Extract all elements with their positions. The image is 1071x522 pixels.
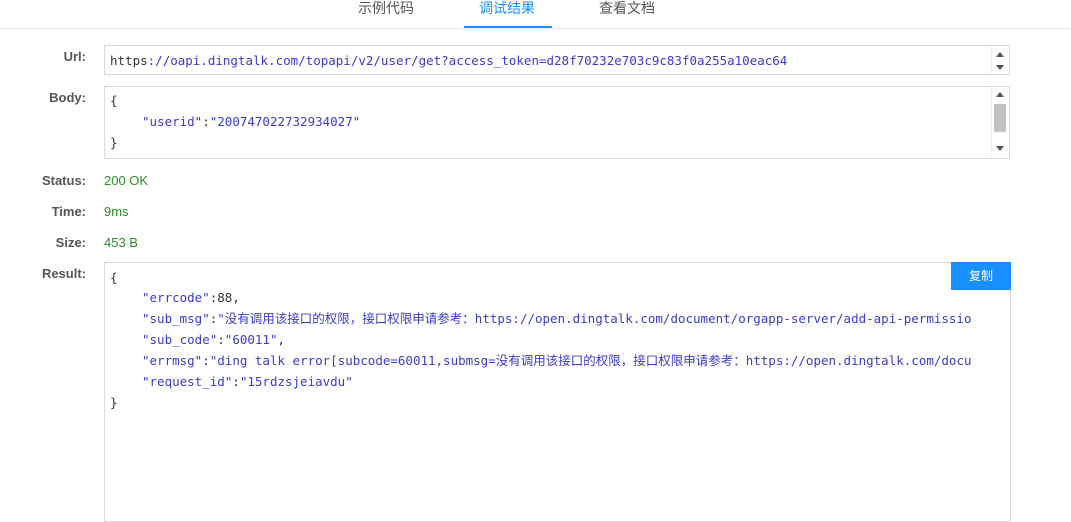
url-scrollbar[interactable] — [991, 46, 1009, 74]
body-close-brace: } — [110, 135, 118, 150]
tab-bar: 示例代码 调试结果 查看文档 — [0, 0, 1071, 29]
json-value: "15rdzsjeiavdu" — [239, 374, 353, 389]
scroll-down-icon[interactable] — [996, 146, 1004, 151]
scroll-thumb[interactable] — [994, 104, 1006, 132]
active-tab-indicator — [464, 26, 552, 28]
status-value: 200 OK — [104, 173, 149, 188]
body-open-brace: { — [110, 93, 118, 108]
body-textarea[interactable]: { "userid":"200747022732934027" } — [104, 86, 1010, 159]
body-userid-line: "userid":"200747022732934027" — [142, 112, 360, 132]
scroll-down-icon[interactable] — [996, 65, 1004, 70]
json-value: 88 — [217, 290, 233, 305]
scroll-up-icon[interactable] — [996, 92, 1004, 97]
url-label: Url: — [63, 49, 86, 64]
result-row: "errcode":88, — [142, 290, 240, 305]
result-row: "errmsg":"ding talk error[subcode=60011,… — [142, 353, 972, 368]
url-input[interactable]: https://oapi.dingtalk.com/topapi/v2/user… — [104, 45, 1010, 75]
url-scheme: https — [110, 53, 148, 68]
url-value: https://oapi.dingtalk.com/topapi/v2/user… — [110, 53, 787, 68]
size-label: Size: — [55, 235, 86, 250]
scroll-up-icon[interactable] — [996, 52, 1004, 57]
result-close-brace: } — [110, 395, 118, 410]
url-rest: ://oapi.dingtalk.com/topapi/v2/user/get?… — [147, 53, 788, 68]
json-key: "errmsg" — [142, 353, 203, 368]
tab-debug-result[interactable]: 调试结果 — [479, 0, 535, 16]
tab-sample-code[interactable]: 示例代码 — [358, 0, 414, 16]
body-colon: : — [202, 114, 210, 129]
time-label: Time: — [51, 204, 86, 219]
json-key: "request_id" — [142, 374, 233, 389]
time-value: 9ms — [104, 204, 129, 219]
tab-view-docs[interactable]: 查看文档 — [599, 0, 655, 16]
result-label: Result: — [41, 266, 86, 281]
json-value: "ding talk error[subcode=60011,submsg=没有… — [209, 353, 972, 368]
result-row: "sub_msg":"没有调用该接口的权限，接口权限申请参考：https://o… — [142, 311, 972, 326]
copy-button[interactable]: 复制 — [951, 262, 1011, 290]
body-label: Body: — [49, 90, 86, 105]
json-comma: , — [232, 290, 240, 305]
body-key: "userid" — [142, 114, 203, 129]
json-comma: , — [277, 332, 286, 347]
json-value: "没有调用该接口的权限，接口权限申请参考：https://open.dingta… — [217, 311, 972, 326]
status-label: Status: — [41, 173, 86, 188]
result-row: "request_id":"15rdzsjeiavdu" — [142, 374, 353, 389]
json-value: "60011" — [224, 332, 278, 347]
result-panel[interactable]: { "errcode":88, "sub_msg":"没有调用该接口的权限，接口… — [104, 262, 1011, 522]
size-value: 453 B — [104, 235, 138, 250]
json-key: "sub_code" — [142, 332, 218, 347]
json-key: "sub_msg" — [142, 311, 210, 326]
body-scrollbar[interactable] — [991, 87, 1009, 158]
result-open-brace: { — [110, 270, 118, 285]
body-value: "200747022732934027" — [209, 114, 361, 129]
result-row: "sub_code":"60011", — [142, 332, 286, 347]
json-key: "errcode" — [142, 290, 210, 305]
